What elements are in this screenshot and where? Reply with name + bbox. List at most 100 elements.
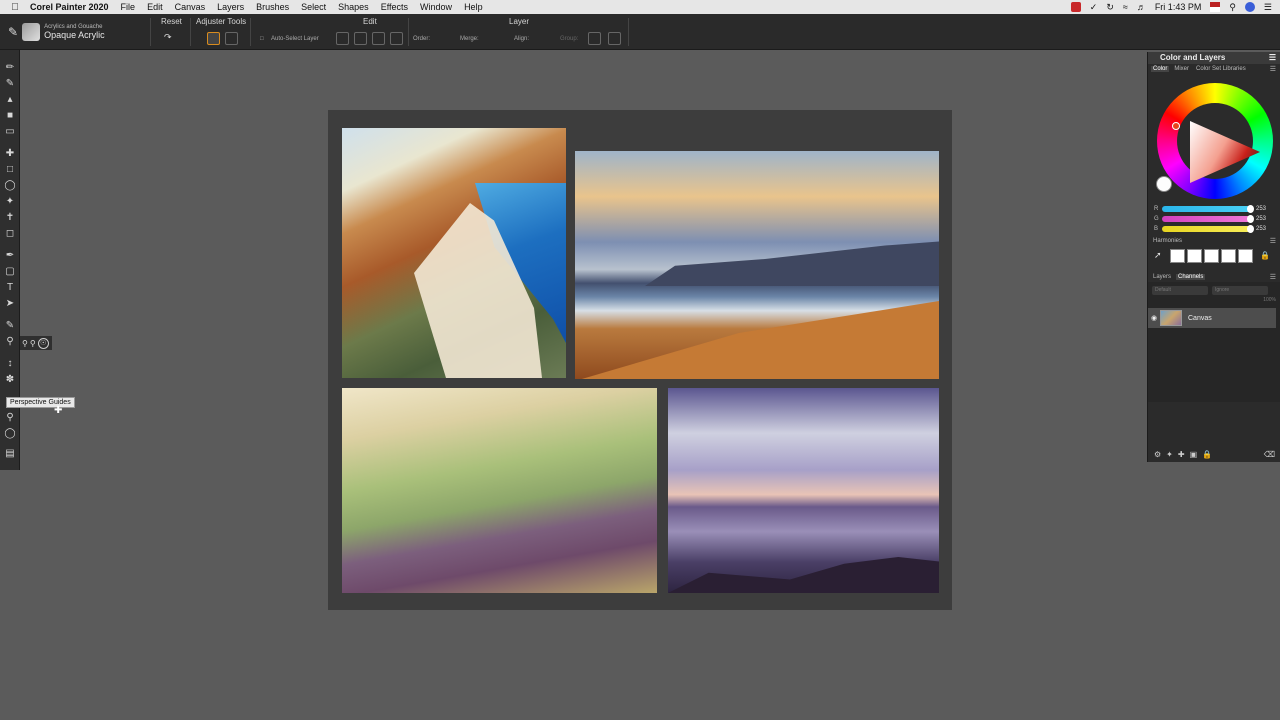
menu-file[interactable]: File bbox=[121, 2, 136, 12]
tab-mixer[interactable]: Mixer bbox=[1172, 66, 1191, 72]
order-icon[interactable] bbox=[440, 32, 453, 45]
composite-depth-select[interactable]: Ignore bbox=[1212, 286, 1268, 295]
menu-layers[interactable]: Layers bbox=[217, 2, 244, 12]
rotate-page-icon[interactable]: ◯ bbox=[4, 428, 16, 440]
flyout-zoom-icon[interactable]: ⚲ bbox=[30, 339, 36, 348]
hue-marker[interactable] bbox=[1172, 122, 1180, 130]
magic-wand-icon[interactable]: ✦ bbox=[4, 196, 16, 208]
kaleidoscope-icon[interactable]: ✽ bbox=[4, 374, 16, 386]
duplicate-icon[interactable] bbox=[354, 32, 367, 45]
dropper-icon[interactable]: ✎ bbox=[4, 78, 16, 90]
menu-canvas[interactable]: Canvas bbox=[175, 2, 206, 12]
menu-effects[interactable]: Effects bbox=[381, 2, 408, 12]
r-slider[interactable] bbox=[1162, 205, 1254, 213]
wifi-icon[interactable]: ≈ bbox=[1123, 2, 1128, 12]
harmony-swatch[interactable] bbox=[1238, 249, 1253, 263]
panel-menu-icon[interactable]: ☰ bbox=[1269, 52, 1276, 64]
trash-icon[interactable]: ⌫ bbox=[1264, 450, 1275, 459]
tab-color[interactable]: Color bbox=[1151, 66, 1170, 72]
flag-icon[interactable] bbox=[1210, 2, 1221, 12]
main-color-swatch[interactable] bbox=[1156, 176, 1172, 192]
clock[interactable]: Fri 1:43 PM bbox=[1155, 2, 1202, 12]
menu-window[interactable]: Window bbox=[420, 2, 452, 12]
gradient-icon[interactable]: ■ bbox=[4, 110, 16, 122]
b-slider[interactable] bbox=[1162, 225, 1254, 233]
lock-icon[interactable]: 🔒 bbox=[1260, 251, 1270, 260]
document-canvas[interactable] bbox=[328, 110, 952, 610]
panel-title-bar[interactable]: Color and Layers ☰ bbox=[1148, 52, 1280, 64]
search-icon[interactable]: ⚲ bbox=[1229, 2, 1236, 13]
harmonies-menu-icon[interactable]: ☰ bbox=[1270, 237, 1276, 245]
check-icon[interactable]: ✓ bbox=[1090, 2, 1098, 13]
g-value[interactable]: 253 bbox=[1256, 216, 1266, 222]
layer-options-icon[interactable]: ⚙ bbox=[1154, 450, 1161, 459]
ungroup-icon[interactable] bbox=[608, 32, 621, 45]
harmony-swatch[interactable] bbox=[1221, 249, 1236, 263]
delete-layer-icon[interactable] bbox=[390, 32, 403, 45]
sync-icon[interactable]: ↻ bbox=[1106, 2, 1114, 13]
harmonies-label[interactable]: Harmonies bbox=[1151, 238, 1184, 244]
harmony-swatch[interactable] bbox=[1187, 249, 1202, 263]
menu-select[interactable]: Select bbox=[301, 2, 326, 12]
menu-shapes[interactable]: Shapes bbox=[338, 2, 369, 12]
cloner-icon[interactable]: ✎ bbox=[4, 320, 16, 332]
lasso-icon[interactable]: ◯ bbox=[4, 180, 16, 192]
shape-select-icon[interactable]: ➤ bbox=[4, 298, 16, 310]
layer-adjuster-icon[interactable] bbox=[207, 32, 220, 45]
eraser-icon[interactable]: ▭ bbox=[4, 126, 16, 138]
siri-icon[interactable] bbox=[1244, 2, 1255, 12]
rectangle-shape-icon[interactable]: ▢ bbox=[4, 266, 16, 278]
notification-icon[interactable]: ☰ bbox=[1264, 2, 1272, 13]
zoom-icon[interactable]: ⚲ bbox=[4, 412, 16, 424]
flip-icon[interactable] bbox=[336, 32, 349, 45]
harmony-swatch[interactable] bbox=[1170, 249, 1185, 263]
brush-icon[interactable]: ✏ bbox=[4, 62, 16, 74]
composite-method-select[interactable]: Default bbox=[1152, 286, 1208, 295]
tab-channels[interactable]: Channels bbox=[1176, 274, 1206, 280]
app-menu[interactable]: Corel Painter 2020 bbox=[30, 2, 109, 12]
move-layer-icon[interactable]: ✚ bbox=[4, 148, 16, 160]
transform-tool-icon[interactable]: ✝ bbox=[4, 212, 16, 224]
magnifier-icon[interactable]: ⚲ bbox=[4, 336, 16, 348]
align-icon[interactable] bbox=[538, 32, 551, 45]
record-icon[interactable] bbox=[1070, 2, 1081, 12]
flyout-selected-icon[interactable]: ☉ bbox=[37, 337, 49, 349]
text-icon[interactable]: T bbox=[4, 282, 16, 294]
rect-select-icon[interactable]: □ bbox=[4, 164, 16, 176]
color-menu-icon[interactable]: ☰ bbox=[1270, 65, 1276, 73]
harmony-wand-icon[interactable]: ➚ bbox=[1154, 250, 1162, 261]
lock-layer-icon[interactable]: 🔒 bbox=[1202, 450, 1212, 459]
mirror-icon[interactable]: ↕ bbox=[4, 358, 16, 370]
screen-mode-icon[interactable]: ▤ bbox=[4, 448, 16, 460]
menu-brushes[interactable]: Brushes bbox=[256, 2, 289, 12]
menu-help[interactable]: Help bbox=[464, 2, 483, 12]
b-value[interactable]: 253 bbox=[1256, 226, 1266, 232]
menu-edit[interactable]: Edit bbox=[147, 2, 163, 12]
reset-button[interactable]: Reset bbox=[161, 17, 182, 26]
auto-select-checkbox[interactable]: □ bbox=[260, 36, 264, 42]
paint-bucket-icon[interactable]: ▴ bbox=[4, 94, 16, 106]
apple-icon[interactable]:  bbox=[0, 2, 30, 13]
crop-icon[interactable]: ◻ bbox=[4, 228, 16, 240]
dynamic-plugins-icon[interactable]: ✦ bbox=[1166, 450, 1173, 459]
brush-thumbnail[interactable] bbox=[22, 23, 41, 41]
reset-tool-icon[interactable]: ↷ bbox=[164, 32, 177, 45]
transform-icon[interactable] bbox=[225, 32, 238, 45]
opacity-value[interactable]: 100% bbox=[1263, 297, 1276, 303]
tab-color-set-libraries[interactable]: Color Set Libraries bbox=[1194, 66, 1248, 72]
layer-mask-icon[interactable]: ▣ bbox=[1190, 450, 1198, 459]
harmony-swatch[interactable] bbox=[1204, 249, 1219, 263]
r-value[interactable]: 253 bbox=[1256, 206, 1266, 212]
volume-icon[interactable]: ♬ bbox=[1137, 2, 1146, 12]
tab-layers[interactable]: Layers bbox=[1151, 274, 1173, 280]
g-slider[interactable] bbox=[1162, 215, 1254, 223]
flyout-magnifier-icon[interactable]: ⚲ bbox=[22, 339, 28, 348]
visibility-icon[interactable]: ◉ bbox=[1148, 314, 1160, 322]
layers-menu-icon[interactable]: ☰ bbox=[1270, 273, 1276, 281]
pen-icon[interactable]: ✒ bbox=[4, 250, 16, 262]
brush-selector[interactable]: ✎ Acrylics and Gouache Opaque Acrylic bbox=[8, 18, 148, 46]
new-layer-icon[interactable]: ✚ bbox=[1178, 450, 1185, 459]
merge-icon[interactable] bbox=[488, 32, 501, 45]
layer-row-canvas[interactable]: ◉ Canvas bbox=[1148, 308, 1276, 328]
group-icon[interactable] bbox=[588, 32, 601, 45]
